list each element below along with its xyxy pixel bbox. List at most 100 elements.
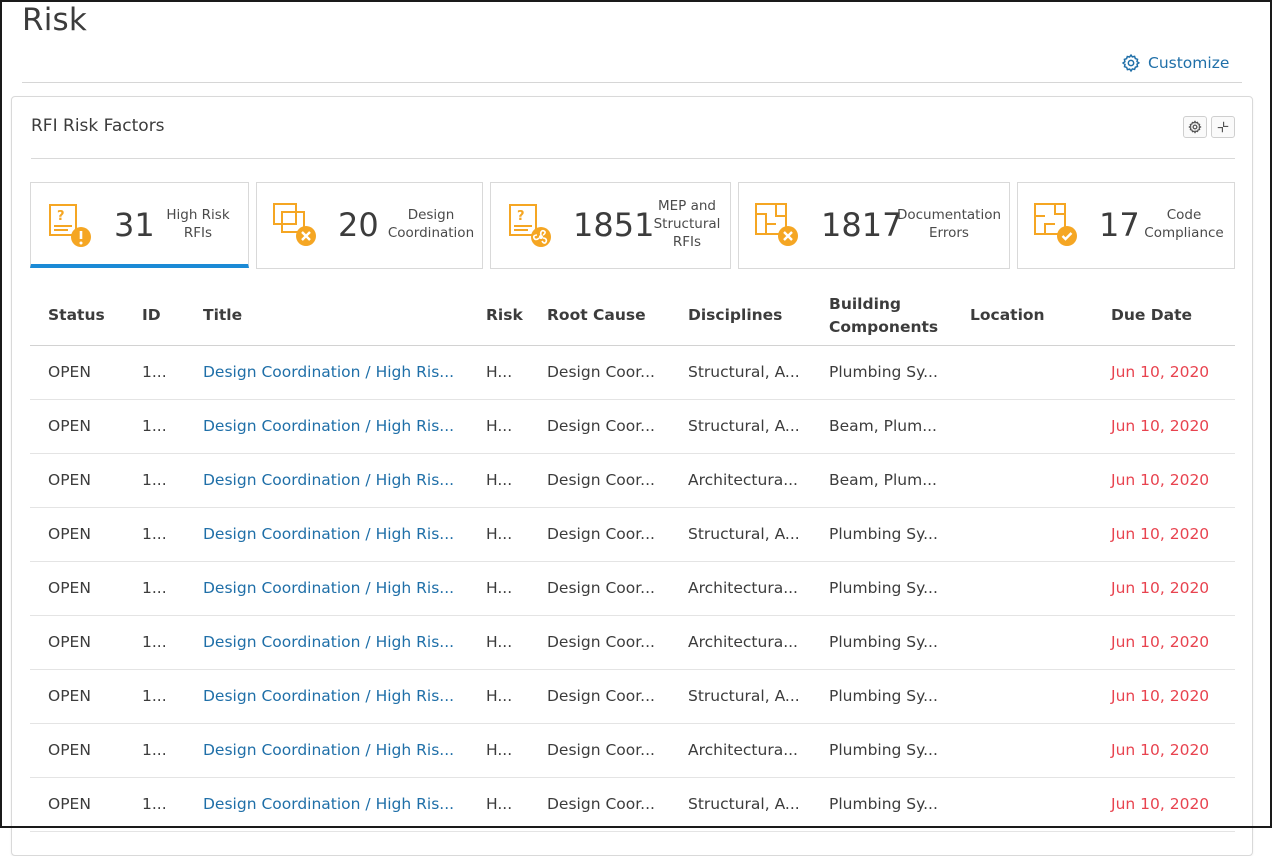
cell-status: OPEN [30, 723, 124, 778]
cell-disciplines: Structural, A... [670, 777, 811, 832]
cell-disciplines: Structural, A... [670, 399, 811, 454]
table-row[interactable]: OPEN 1... Design Coordination / High Ris..… [30, 345, 1235, 400]
tile-label-line: Structural [653, 216, 721, 232]
rfi-mep-icon: ? [509, 204, 551, 247]
cell-location [952, 453, 1093, 508]
table-row[interactable]: OPEN 1... Design Coordination / High Ris..… [30, 561, 1235, 616]
table-row[interactable]: OPEN 1... Design Coordination / High Ris..… [30, 615, 1235, 670]
table-row[interactable]: OPEN 1... Design Coordination / High Ris..… [30, 507, 1235, 562]
collapse-icon [1217, 121, 1229, 133]
rfi-table: Status ID Title Risk Root Cause Discipli… [30, 287, 1235, 832]
cell-building-components: Plumbing Sy... [811, 561, 952, 616]
cell-building-components: Plumbing Sy... [811, 345, 952, 400]
cell-title-link[interactable]: Design Coordination / High Ris... [185, 561, 468, 616]
column-header-building-components[interactable]: Building Components [811, 287, 952, 346]
cell-root-cause: Design Coor... [529, 723, 670, 778]
cell-status: OPEN [30, 561, 124, 616]
cell-id: 1... [124, 561, 185, 616]
column-header-risk[interactable]: Risk [468, 287, 529, 346]
table-row[interactable]: OPEN 1... Design Coordination / High Ris..… [30, 669, 1235, 724]
tile-design-coordination[interactable]: 20 Design Coordination [256, 182, 483, 269]
cell-due-date: Jun 10, 2020 [1093, 723, 1235, 778]
column-header-root-cause[interactable]: Root Cause [529, 287, 670, 346]
cell-disciplines: Architectura... [670, 453, 811, 508]
cell-risk: H... [468, 777, 529, 832]
column-header-disciplines[interactable]: Disciplines [670, 287, 811, 346]
customize-button[interactable]: Customize [1121, 51, 1229, 75]
cell-disciplines: Architectura... [670, 615, 811, 670]
rfi-warning-icon: ? [49, 204, 91, 247]
card-settings-button[interactable] [1183, 116, 1207, 138]
tile-label-line: RFIs [672, 234, 702, 250]
cell-risk: H... [468, 345, 529, 400]
card-title: RFI Risk Factors [31, 116, 165, 136]
cell-title-link[interactable]: Design Coordination / High Ris... [185, 453, 468, 508]
cell-due-date: Jun 10, 2020 [1093, 561, 1235, 616]
tile-documentation-errors[interactable]: 1817 Documentation Errors [738, 182, 1010, 269]
table-row[interactable]: OPEN 1... Design Coordination / High Ris..… [30, 399, 1235, 454]
tile-label: Design Coordination [383, 206, 479, 242]
column-header-status[interactable]: Status [30, 287, 124, 346]
cell-building-components: Beam, Plum... [811, 453, 952, 508]
documentation-error-icon [755, 203, 798, 246]
cell-root-cause: Design Coor... [529, 561, 670, 616]
cell-title-link[interactable]: Design Coordination / High Ris... [185, 777, 468, 832]
tile-label-line: Compliance [1144, 225, 1224, 241]
tile-count: 31 [114, 206, 155, 244]
cell-building-components: Plumbing Sy... [811, 669, 952, 724]
cell-disciplines: Architectura... [670, 561, 811, 616]
cell-building-components: Beam, Plum... [811, 399, 952, 454]
customize-label: Customize [1148, 54, 1230, 72]
svg-text:?: ? [57, 209, 65, 224]
tile-label-line: Code [1166, 207, 1202, 223]
cell-title-link[interactable]: Design Coordination / High Ris... [185, 723, 468, 778]
table-row[interactable]: OPEN 1... Design Coordination / High Ris..… [30, 453, 1235, 508]
tile-label-line: Coordination [387, 225, 475, 241]
cell-due-date: Jun 10, 2020 [1093, 669, 1235, 724]
tile-label: Documentation Errors [894, 206, 1004, 242]
cell-risk: H... [468, 561, 529, 616]
tile-mep-structural-rfis[interactable]: ? 1851 MEP and Structural RFIs [490, 182, 731, 269]
tile-label-line: RFIs [183, 225, 213, 241]
cell-location [952, 561, 1093, 616]
tile-high-risk-rfis[interactable]: ? 31 High Risk RFIs [30, 182, 249, 268]
svg-text:?: ? [517, 209, 525, 224]
table-row[interactable]: OPEN 1... Design Coordination / High Ris..… [30, 723, 1235, 778]
tile-count: 17 [1099, 206, 1140, 244]
column-header-location[interactable]: Location [952, 287, 1093, 346]
cell-location [952, 777, 1093, 832]
cell-title-link[interactable]: Design Coordination / High Ris... [185, 399, 468, 454]
cell-title-link[interactable]: Design Coordination / High Ris... [185, 345, 468, 400]
cell-title-link[interactable]: Design Coordination / High Ris... [185, 507, 468, 562]
cell-title-link[interactable]: Design Coordination / High Ris... [185, 615, 468, 670]
cell-location [952, 723, 1093, 778]
cell-id: 1... [124, 669, 185, 724]
tile-count: 20 [338, 206, 379, 244]
design-coordination-icon [273, 203, 316, 246]
tile-count: 1851 [573, 206, 655, 244]
column-header-due-date[interactable]: Due Date [1093, 287, 1235, 346]
table-row[interactable]: OPEN 1... Design Coordination / High Ris..… [30, 777, 1235, 832]
tile-label: Code Compliance [1142, 206, 1226, 242]
cell-building-components: Plumbing Sy... [811, 507, 952, 562]
cell-risk: H... [468, 615, 529, 670]
tile-label: High Risk RFIs [163, 206, 233, 242]
cell-due-date: Jun 10, 2020 [1093, 615, 1235, 670]
cell-location [952, 399, 1093, 454]
cell-building-components: Plumbing Sy... [811, 777, 952, 832]
table-header-row: Status ID Title Risk Root Cause Discipli… [30, 287, 1235, 346]
cell-root-cause: Design Coor... [529, 615, 670, 670]
tile-code-compliance[interactable]: 17 Code Compliance [1017, 182, 1235, 269]
cell-disciplines: Structural, A... [670, 345, 811, 400]
column-header-title[interactable]: Title [185, 287, 468, 346]
tile-label-line: Documentation [896, 207, 1002, 223]
cell-id: 1... [124, 453, 185, 508]
collapse-button[interactable] [1211, 116, 1235, 138]
cell-location [952, 507, 1093, 562]
column-header-id[interactable]: ID [124, 287, 185, 346]
cell-root-cause: Design Coor... [529, 345, 670, 400]
gear-icon [1188, 120, 1202, 134]
cell-disciplines: Structural, A... [670, 669, 811, 724]
cell-building-components: Plumbing Sy... [811, 615, 952, 670]
cell-title-link[interactable]: Design Coordination / High Ris... [185, 669, 468, 724]
